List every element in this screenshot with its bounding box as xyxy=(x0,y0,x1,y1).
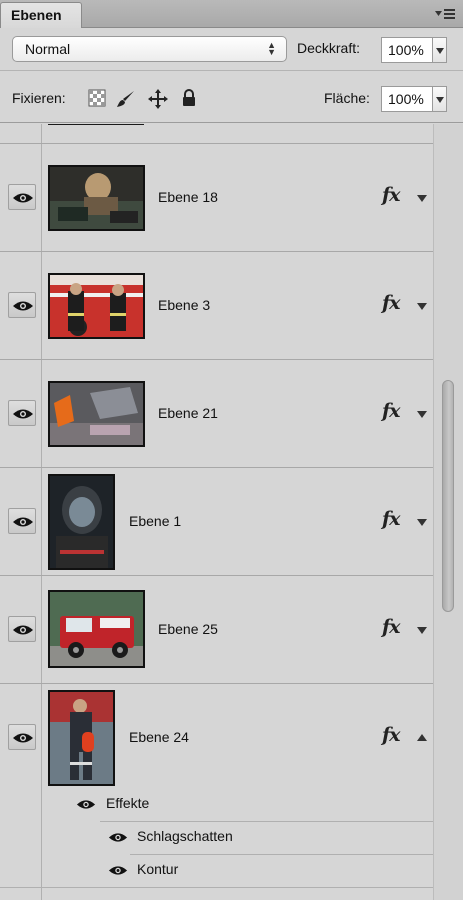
layer-row[interactable]: Ebene 24 fx xyxy=(0,684,433,792)
layer-row[interactable]: Ebene 3 fx xyxy=(0,252,433,360)
collapse-effects-icon[interactable] xyxy=(417,734,427,741)
layer-name[interactable]: Ebene 3 xyxy=(158,297,210,313)
panel-tab-bar: Ebenen xyxy=(0,0,463,28)
visibility-eye-icon[interactable] xyxy=(8,400,36,426)
effect-label: Schlagschatten xyxy=(137,828,233,844)
opacity-input[interactable]: 100% xyxy=(381,37,433,63)
options-separator xyxy=(0,70,463,71)
layer-row[interactable]: Ebene 21 fx xyxy=(0,360,433,468)
fill-label: Fläche: xyxy=(324,90,370,106)
fill-dropdown-button[interactable] xyxy=(433,86,447,112)
effects-group-label: Effekte xyxy=(106,795,150,811)
lock-all-icon[interactable] xyxy=(180,89,198,107)
fx-icon[interactable]: fx xyxy=(382,184,400,206)
fx-icon[interactable]: fx xyxy=(382,400,400,422)
layer-name[interactable]: Ebene 1 xyxy=(129,513,181,529)
effects-visibility-eye-icon[interactable] xyxy=(76,798,96,813)
expand-effects-icon[interactable] xyxy=(417,195,427,202)
fx-icon[interactable]: fx xyxy=(382,508,400,530)
fx-icon[interactable]: fx xyxy=(382,616,400,638)
tab-ebenen[interactable]: Ebenen xyxy=(0,2,82,28)
visibility-eye-icon[interactable] xyxy=(8,724,36,750)
expand-effects-icon[interactable] xyxy=(417,303,427,310)
layers-list[interactable]: Ebene 18 fx Ebene 3 fx Ebene 21 fx Ebene… xyxy=(0,124,463,900)
effect-label: Kontur xyxy=(137,861,179,877)
visibility-eye-icon[interactable] xyxy=(8,184,36,210)
layer-thumbnail xyxy=(48,165,145,231)
updown-arrows-icon: ▲ ▼ xyxy=(267,40,276,57)
layer-name[interactable]: Ebene 24 xyxy=(129,729,189,745)
layer-thumbnail xyxy=(48,590,145,668)
layer-divider xyxy=(0,887,433,888)
expand-effects-icon[interactable] xyxy=(417,519,427,526)
layer-name[interactable]: Ebene 25 xyxy=(158,621,218,637)
layer-options: Normal ▲ ▼ Deckkraft: 100% Fixieren: Flä… xyxy=(0,28,463,123)
effect-visibility-eye-icon[interactable] xyxy=(108,831,128,846)
effect-visibility-eye-icon[interactable] xyxy=(108,864,128,879)
layer-name[interactable]: Ebene 21 xyxy=(158,405,218,421)
blend-mode-value: Normal xyxy=(25,41,71,57)
visibility-eye-icon[interactable] xyxy=(8,508,36,534)
layer-row[interactable]: Ebene 25 fx xyxy=(0,576,433,684)
fill-input[interactable]: 100% xyxy=(381,86,433,112)
layer-row[interactable]: Ebene 18 fx xyxy=(0,144,433,252)
opacity-dropdown-button[interactable] xyxy=(433,37,447,63)
layer-thumbnail xyxy=(48,273,145,339)
visibility-eye-icon[interactable] xyxy=(8,616,36,642)
effect-row[interactable]: Schlagschatten xyxy=(0,821,433,853)
effects-group-row[interactable]: Effekte xyxy=(0,788,433,820)
blend-mode-select[interactable]: Normal ▲ ▼ xyxy=(12,36,287,62)
effect-row[interactable]: Kontur xyxy=(0,854,433,886)
layer-thumbnail xyxy=(48,690,115,786)
layer-thumbnail xyxy=(48,381,145,447)
layer-row-partial[interactable] xyxy=(0,124,433,144)
lock-image-pixels-icon[interactable] xyxy=(116,89,134,107)
panel-menu-icon[interactable] xyxy=(433,6,457,22)
lock-transparent-pixels-icon[interactable] xyxy=(88,89,106,107)
expand-effects-icon[interactable] xyxy=(417,411,427,418)
lock-label: Fixieren: xyxy=(12,90,66,106)
fx-icon[interactable]: fx xyxy=(382,724,400,746)
scrollbar-track[interactable] xyxy=(433,124,463,900)
expand-effects-icon[interactable] xyxy=(417,627,427,634)
lock-position-icon[interactable] xyxy=(148,89,168,109)
opacity-label: Deckkraft: xyxy=(297,40,361,56)
visibility-eye-icon[interactable] xyxy=(8,292,36,318)
layer-thumbnail xyxy=(48,474,115,570)
layer-name[interactable]: Ebene 18 xyxy=(158,189,218,205)
fx-icon[interactable]: fx xyxy=(382,292,400,314)
layer-thumbnail xyxy=(48,124,144,125)
layer-row[interactable]: Ebene 1 fx xyxy=(0,468,433,576)
scrollbar-thumb[interactable] xyxy=(442,380,454,612)
